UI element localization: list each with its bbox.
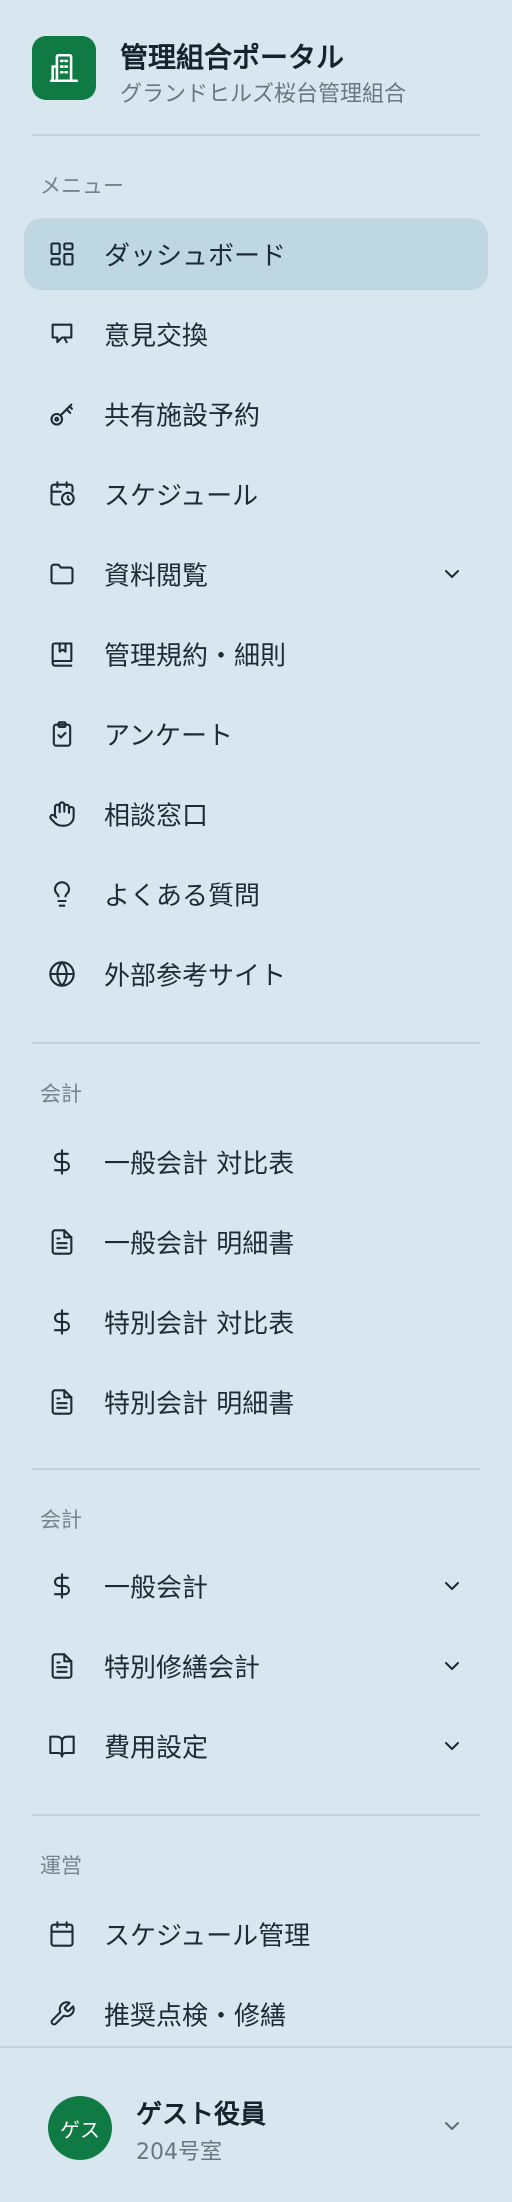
nav-label: 相談窓口 bbox=[104, 801, 209, 832]
chat-bubble-icon bbox=[48, 320, 76, 348]
calendar-clock-icon bbox=[48, 480, 76, 508]
nav-item-faq[interactable]: よくある質問 bbox=[24, 858, 488, 930]
bookmark-book-icon bbox=[48, 640, 76, 668]
user-room: 204号室 bbox=[136, 2140, 222, 2165]
nav-item-consultation[interactable]: 相談窓口 bbox=[24, 778, 488, 850]
nav-item-schedule[interactable]: スケジュール bbox=[24, 458, 488, 530]
nav-label: スケジュール管理 bbox=[104, 1921, 311, 1952]
nav-label: 外部参考サイト bbox=[104, 961, 287, 992]
nav-item-dashboard[interactable]: ダッシュボード bbox=[24, 218, 488, 290]
nav-item-schedule-management[interactable]: スケジュール管理 bbox=[24, 1898, 488, 1970]
nav-label: 費用設定 bbox=[104, 1733, 209, 1764]
user-name: ゲスト役員 bbox=[136, 2100, 267, 2130]
nav-item-general-accounting[interactable]: 一般会計 bbox=[24, 1550, 488, 1622]
nav-label: 共有施設予約 bbox=[104, 401, 261, 432]
open-book-icon bbox=[48, 1732, 76, 1760]
nav-item-special-repair-accounting[interactable]: 特別修繕会計 bbox=[24, 1630, 488, 1702]
nav-item-documents[interactable]: 資料閲覧 bbox=[24, 538, 488, 610]
dashboard-grid-icon bbox=[48, 240, 76, 268]
nav-label: 一般会計 対比表 bbox=[104, 1149, 295, 1180]
section-label-menu: メニュー bbox=[40, 174, 124, 198]
divider bbox=[32, 134, 480, 136]
key-icon bbox=[48, 400, 76, 428]
nav-label: 資料閲覧 bbox=[104, 561, 209, 592]
divider bbox=[32, 1814, 480, 1816]
user-menu[interactable]: ゲス ゲスト役員 204号室 bbox=[0, 2046, 512, 2202]
section-label-accounting: 会計 bbox=[40, 1508, 82, 1532]
app-title: 管理組合ポータル bbox=[120, 41, 345, 74]
nav-item-general-comparison[interactable]: 一般会計 対比表 bbox=[24, 1126, 488, 1198]
divider bbox=[32, 1468, 480, 1470]
nav-item-cost-settings[interactable]: 費用設定 bbox=[24, 1710, 488, 1782]
document-icon bbox=[48, 1652, 76, 1680]
nav-item-external-links[interactable]: 外部参考サイト bbox=[24, 938, 488, 1010]
nav-item-bylaws[interactable]: 管理規約・細則 bbox=[24, 618, 488, 690]
nav-label: よくある質問 bbox=[104, 881, 261, 912]
nav-item-special-statement[interactable]: 特別会計 明細書 bbox=[24, 1366, 488, 1438]
chevron-down-icon[interactable] bbox=[440, 2114, 464, 2138]
avatar: ゲス bbox=[48, 2096, 112, 2160]
divider bbox=[32, 1042, 480, 1044]
sidebar-header: 管理組合ポータル グランドヒルズ桜台管理組合 bbox=[0, 0, 512, 136]
nav-label: 管理規約・細則 bbox=[104, 641, 287, 672]
nav-label: 一般会計 明細書 bbox=[104, 1229, 295, 1260]
chevron-down-icon[interactable] bbox=[440, 1654, 464, 1678]
section-label-accounting: 会計 bbox=[40, 1082, 82, 1106]
nav-item-inspection-repair[interactable]: 推奨点検・修繕 bbox=[24, 1978, 488, 2050]
document-icon bbox=[48, 1388, 76, 1416]
wrench-icon bbox=[48, 2000, 76, 2028]
lightbulb-icon bbox=[48, 880, 76, 908]
dollar-icon bbox=[48, 1308, 76, 1336]
nav-label: 特別会計 対比表 bbox=[104, 1309, 295, 1340]
nav-label: 特別会計 明細書 bbox=[104, 1389, 295, 1420]
nav-label: スケジュール bbox=[104, 481, 259, 512]
nav-item-special-comparison[interactable]: 特別会計 対比表 bbox=[24, 1286, 488, 1358]
hand-icon bbox=[48, 800, 76, 828]
nav-label: ダッシュボード bbox=[104, 241, 287, 272]
building-icon[interactable] bbox=[32, 36, 96, 100]
app-subtitle: グランドヒルズ桜台管理組合 bbox=[120, 82, 407, 107]
calendar-icon bbox=[48, 1920, 76, 1948]
nav-item-general-statement[interactable]: 一般会計 明細書 bbox=[24, 1206, 488, 1278]
folder-icon bbox=[48, 560, 76, 588]
dollar-icon bbox=[48, 1148, 76, 1176]
nav-label: 一般会計 bbox=[104, 1573, 209, 1604]
nav-item-survey[interactable]: アンケート bbox=[24, 698, 488, 770]
nav-label: アンケート bbox=[104, 721, 233, 752]
nav-item-facility-booking[interactable]: 共有施設予約 bbox=[24, 378, 488, 450]
section-label-operations: 運営 bbox=[40, 1854, 82, 1878]
chevron-down-icon[interactable] bbox=[440, 1734, 464, 1758]
clipboard-check-icon bbox=[48, 720, 76, 748]
chevron-down-icon[interactable] bbox=[440, 1574, 464, 1598]
nav-label: 推奨点検・修繕 bbox=[104, 2001, 287, 2032]
globe-icon bbox=[48, 960, 76, 988]
nav-label: 特別修繕会計 bbox=[104, 1653, 261, 1684]
dollar-icon bbox=[48, 1572, 76, 1600]
chevron-down-icon[interactable] bbox=[440, 562, 464, 586]
nav-label: 意見交換 bbox=[104, 321, 209, 352]
nav-item-opinion-exchange[interactable]: 意見交換 bbox=[24, 298, 488, 370]
document-icon bbox=[48, 1228, 76, 1256]
